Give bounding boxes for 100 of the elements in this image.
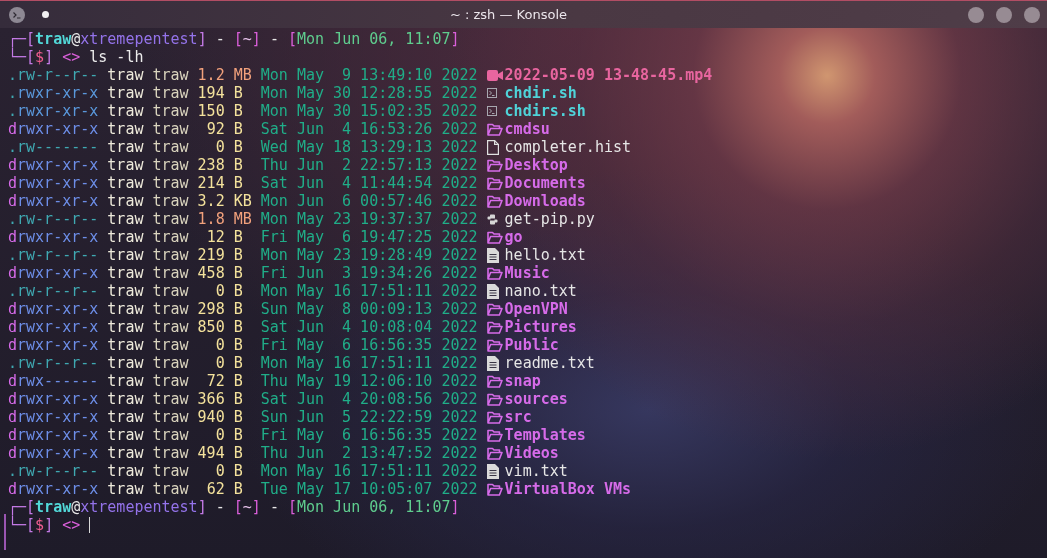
size-unit: B	[233, 84, 243, 102]
dot-icon[interactable]	[42, 11, 49, 18]
size-unit: B	[233, 354, 243, 372]
folder-name: Downloads	[504, 192, 586, 210]
folder-icon	[486, 374, 503, 388]
permissions: .rwxr-xr-x	[8, 102, 99, 120]
permissions: drwxr-xr-x	[8, 300, 99, 318]
file-owner: traw	[107, 66, 144, 84]
size-unit: B	[233, 426, 243, 444]
file-name: 2022-05-09 13-48-45.mp4	[504, 66, 713, 84]
file-owner: traw	[107, 444, 144, 462]
file-owner: traw	[107, 336, 144, 354]
permissions: drwxr-xr-x	[8, 120, 99, 138]
window-control-button[interactable]	[1024, 6, 1040, 23]
window-control-button[interactable]	[996, 6, 1012, 23]
permissions: drwxr-xr-x	[8, 390, 99, 408]
file-size: 494	[197, 444, 225, 462]
prompt-line: ┌─[traw@xtremepentest] - [~] - [Mon Jun 06, 11:07]	[8, 498, 460, 516]
modified-date: Mon May 16 17:51:11 2022	[260, 354, 478, 372]
modified-date: Wed May 18 13:29:13 2022	[260, 138, 478, 156]
folder-icon	[486, 428, 503, 442]
folder-name: Public	[504, 336, 559, 354]
file-name: completer.hist	[504, 138, 631, 156]
file-name: nano.txt	[504, 282, 577, 300]
file-owner: traw	[107, 480, 144, 498]
file-size: 0	[215, 336, 225, 354]
file-name: vim.txt	[504, 462, 568, 480]
folder-name: sources	[504, 390, 568, 408]
modified-date: Mon May 16 17:51:11 2022	[260, 282, 478, 300]
size-unit: B	[233, 480, 243, 498]
file-owner: traw	[107, 462, 144, 480]
terminal-app-icon[interactable]	[9, 6, 25, 23]
file-owner: traw	[107, 372, 144, 390]
prompt-line: └─[$] <> ls -lh	[8, 48, 144, 66]
size-unit: B	[233, 444, 243, 462]
file-size: 458	[197, 264, 225, 282]
file-group: traw	[152, 246, 189, 264]
prompt-line: └─[$] <>	[8, 516, 82, 534]
window-control-button[interactable]	[968, 6, 984, 23]
file-size: 940	[197, 408, 225, 426]
file-owner: traw	[107, 390, 144, 408]
modified-date: Mon May 30 15:02:35 2022	[260, 102, 478, 120]
file-size: 1.8	[197, 210, 225, 228]
file-size: 0	[215, 426, 225, 444]
size-unit: B	[233, 102, 243, 120]
size-unit: B	[233, 120, 243, 138]
video-camera-icon	[486, 69, 503, 81]
permissions: .rw-r--r--	[8, 210, 99, 228]
file-group: traw	[152, 462, 189, 480]
folder-name: Music	[504, 264, 550, 282]
file-name: chdir.sh	[504, 84, 577, 102]
file-size: 150	[197, 102, 225, 120]
folder-icon	[486, 122, 503, 136]
file-size: 92	[206, 120, 225, 138]
modified-date: Sat Jun 4 11:44:54 2022	[260, 174, 478, 192]
size-unit: B	[233, 138, 243, 156]
folder-name: Templates	[504, 426, 586, 444]
file-icon	[486, 139, 499, 155]
modified-date: Fri May 6 16:56:35 2022	[260, 336, 478, 354]
size-unit: B	[233, 318, 243, 336]
file-size: 214	[197, 174, 225, 192]
size-unit: B	[233, 174, 243, 192]
file-group: traw	[152, 138, 189, 156]
size-unit: B	[233, 372, 243, 390]
file-size: 0	[215, 462, 225, 480]
folder-icon	[486, 266, 503, 280]
modified-date: Sat Jun 4 10:08:04 2022	[260, 318, 478, 336]
text-file-icon	[486, 283, 499, 299]
file-owner: traw	[107, 426, 144, 444]
size-unit: B	[233, 300, 243, 318]
file-owner: traw	[107, 156, 144, 174]
modified-date: Thu Jun 2 13:47:52 2022	[260, 444, 478, 462]
file-owner: traw	[107, 84, 144, 102]
permissions: .rw-r--r--	[8, 246, 99, 264]
file-group: traw	[152, 282, 189, 300]
size-unit: B	[233, 156, 243, 174]
file-group: traw	[152, 426, 189, 444]
file-size: 1.2	[197, 66, 225, 84]
folder-icon	[486, 392, 503, 406]
file-group: traw	[152, 228, 189, 246]
file-group: traw	[152, 318, 189, 336]
folder-name: Pictures	[504, 318, 577, 336]
permissions: drwxr-xr-x	[8, 228, 99, 246]
folder-name: Documents	[504, 174, 586, 192]
terminal-file-icon	[486, 88, 497, 98]
file-owner: traw	[107, 408, 144, 426]
python-logo-icon	[486, 213, 498, 225]
file-size: 0	[215, 282, 225, 300]
file-owner: traw	[107, 192, 144, 210]
file-group: traw	[152, 408, 189, 426]
permissions: .rwxr-xr-x	[8, 84, 99, 102]
folder-icon	[486, 158, 503, 172]
prompt-line: ┌─[traw@xtremepentest] - [~] - [Mon Jun 06, 11:07]	[8, 30, 460, 48]
text-file-icon	[486, 463, 499, 479]
file-size: 62	[206, 480, 225, 498]
prompt-marker-bar	[4, 514, 6, 550]
file-owner: traw	[107, 210, 144, 228]
folder-icon	[486, 320, 503, 334]
modified-date: Mon May 30 12:28:55 2022	[260, 84, 478, 102]
folder-icon	[486, 482, 503, 496]
